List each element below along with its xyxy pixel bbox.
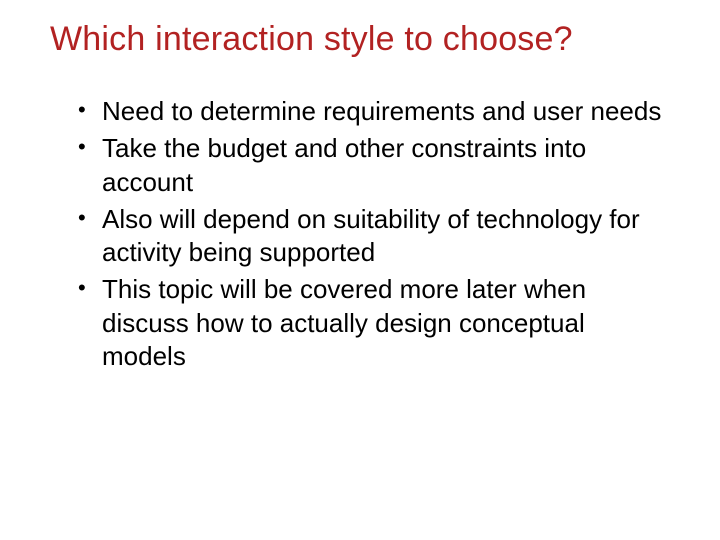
slide-title: Which interaction style to choose? [50,20,670,59]
list-item: Also will depend on suitability of techn… [78,203,670,270]
list-item: Take the budget and other constraints in… [78,132,670,199]
bullet-list: Need to determine requirements and user … [50,95,670,373]
list-item: Need to determine requirements and user … [78,95,670,128]
slide: Which interaction style to choose? Need … [0,0,720,540]
list-item: This topic will be covered more later wh… [78,273,670,373]
